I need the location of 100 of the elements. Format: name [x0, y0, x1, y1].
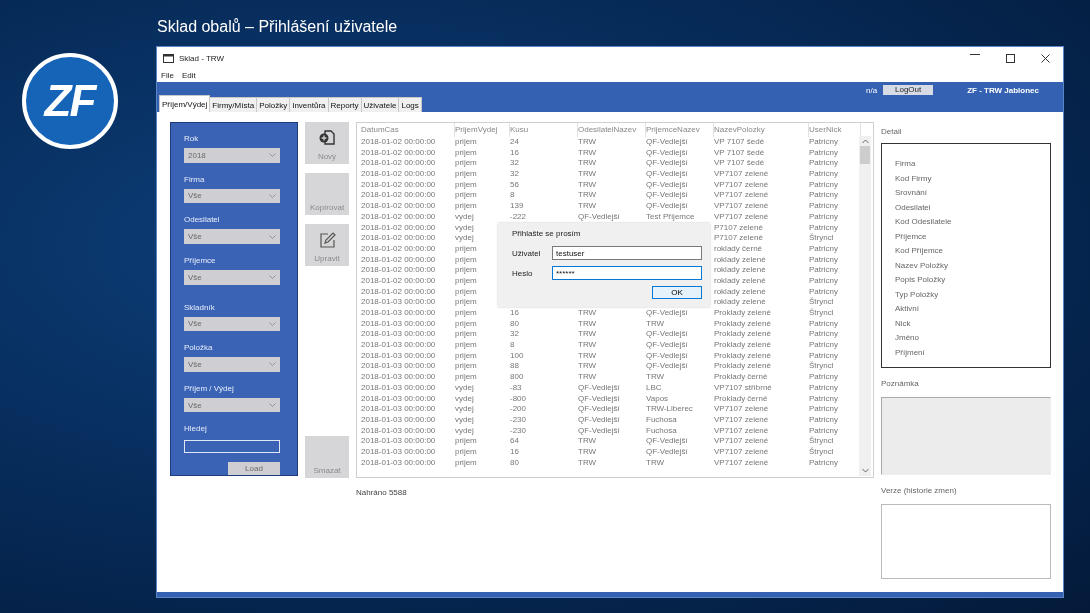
maximize-icon[interactable] [1006, 53, 1015, 63]
table-cell-text: roklady zelené [714, 254, 767, 266]
table-cell-text: Patricny [809, 382, 839, 394]
column-header[interactable]: Kusu [510, 123, 578, 137]
filter-dropdown[interactable]: Vše [184, 269, 280, 285]
filter-label: Rok [184, 133, 200, 145]
table-cell-text: 2018-01-02 00:00:00 [361, 190, 437, 202]
table-cell-text: LBC [646, 382, 663, 394]
table-cell-text: VP7107 zelené [714, 211, 770, 223]
table-cell-text: TRW [578, 137, 598, 148]
table-cell-text: QF-Vedlejší [646, 137, 689, 148]
table-cell-text: 2018-01-02 00:00:00 [361, 147, 437, 159]
menu-item[interactable]: Edit [181, 71, 196, 80]
table-cell-text: 2018-01-03 00:00:00 [361, 350, 437, 362]
note-field[interactable] [881, 397, 1051, 475]
section-label: Detail [881, 126, 903, 138]
edit-icon [318, 232, 336, 249]
password-field[interactable]: ****** [552, 266, 702, 280]
column-header[interactable]: PrijemVydej [455, 123, 510, 137]
table-cell-text: QF-Vedlejší [646, 361, 689, 373]
table-cell-text: 2018-01-03 00:00:00 [361, 382, 437, 394]
table-cell-text: prijem [455, 297, 478, 308]
history-field[interactable] [881, 504, 1051, 579]
filter-dropdown[interactable]: Vše [184, 316, 280, 332]
filter-dropdown[interactable]: Vše [184, 397, 280, 413]
menu-item[interactable]: File [161, 71, 174, 80]
column-header[interactable]: OdesilatelNazev [578, 123, 646, 137]
table-cell-text: prijem [455, 308, 478, 319]
tab[interactable]: Logs [398, 97, 422, 112]
table-cell-text: VP7107 zelené [714, 179, 770, 191]
filter-label: Firma [184, 173, 206, 186]
table-cell-text: 64 [510, 436, 520, 447]
table-cell-text: 2018-01-02 00:00:00 [361, 265, 437, 276]
table-cell-text: prijem [455, 286, 478, 298]
load-button[interactable]: Load [228, 462, 280, 476]
table-cell-text: TRW [578, 169, 598, 180]
table-cell-text: TRW [578, 190, 598, 202]
table-cell-text: Patricny [809, 350, 839, 361]
table-cell-text: VP7107 zelené [714, 436, 770, 447]
table-cell-text: 2018-01-03 00:00:00 [361, 329, 437, 341]
minimize-icon[interactable] [970, 53, 980, 55]
table-cell-text: TRW [578, 436, 598, 447]
detail-field-label: Aktivní [895, 303, 920, 315]
table-cell-text: 88 [510, 361, 520, 373]
column-header[interactable]: DatumCas [361, 123, 455, 137]
table-cell-text: Štryncl [809, 446, 835, 458]
scroll-bar[interactable] [859, 136, 871, 476]
filter-dropdown[interactable]: 2018 [184, 148, 280, 163]
detail-field-label: Nazev Položky [895, 259, 949, 271]
table-cell-text: Proklady černé [714, 372, 769, 383]
column-header[interactable]: PrijemceNazev [646, 123, 714, 137]
table-cell-text: 100 [510, 350, 525, 362]
column-header[interactable]: NazevPolozky [714, 123, 809, 137]
table-cell-text: 2018-01-02 00:00:00 [361, 158, 437, 170]
table-cell-text: -800 [510, 393, 527, 405]
table-cell-text: VP 7107 šedé [714, 147, 766, 159]
filter-dropdown[interactable]: Vše [184, 229, 280, 244]
table-cell-text: QF-Vedlejší [646, 169, 689, 180]
table-cell-text: TRW [578, 318, 598, 330]
ok-button[interactable]: OK [652, 286, 702, 299]
table-cell-text: QF-Vedlejší [578, 425, 621, 437]
table-cell-text: 2018-01-02 00:00:00 [361, 222, 437, 234]
table-cell-text: 16 [510, 446, 520, 458]
filter-dropdown[interactable]: Vše [184, 188, 280, 204]
table-cell-text: VP7107 zelené [714, 190, 770, 202]
table-cell-text: 2018-01-02 00:00:00 [361, 243, 437, 255]
chevron-icon [269, 321, 276, 326]
table-cell-text: TRW [578, 158, 598, 170]
table-cell-text: Patricny [809, 169, 839, 180]
section-label: Verze (historie zmen) [881, 485, 958, 497]
table-cell-text: roklady zelené [714, 265, 767, 276]
tab[interactable]: Reporty [327, 97, 362, 112]
table-cell-text: Proklady zelené [714, 350, 772, 362]
table-cell-text: Patricny [809, 179, 839, 191]
detail-field-label: Kod Odesilatele [895, 216, 953, 228]
tab[interactable]: Položky [256, 97, 291, 112]
table-cell-text: Patricny [809, 318, 839, 330]
tab[interactable]: Firmy/Místa [209, 97, 258, 112]
table-cell-text: Patricny [809, 211, 839, 223]
search-field[interactable] [184, 440, 280, 454]
tab[interactable]: Příjem/Výdej [159, 95, 211, 112]
table-cell-text: VP7107 zelené [714, 414, 770, 426]
table-cell-text: 2018-01-03 00:00:00 [361, 404, 437, 415]
table-cell-text: 2018-01-02 00:00:00 [361, 201, 437, 212]
table-cell-text: QF-Vedlejší [646, 158, 689, 170]
site-name: ZF - TRW Jablonec [967, 85, 1039, 95]
table-cell-text: prijem [455, 340, 478, 351]
table-cell-text: 2018-01-03 00:00:00 [361, 436, 437, 447]
username-field[interactable]: testuser [552, 246, 702, 260]
filter-dropdown[interactable]: Vše [184, 357, 280, 372]
logout-button[interactable]: LogOut [883, 85, 934, 95]
filter-label: Položka [184, 342, 214, 355]
tab[interactable]: Inventůra [289, 97, 329, 112]
close-icon[interactable] [1041, 53, 1050, 63]
detail-field-label: Příjemce [895, 230, 928, 242]
window-icon [163, 53, 174, 63]
detail-field-label: Nick [895, 317, 912, 329]
table-cell-text: Proklady zelené [714, 340, 772, 351]
table-cell-text: Patricny [809, 222, 839, 233]
table-cell-text: vydej [455, 393, 475, 405]
